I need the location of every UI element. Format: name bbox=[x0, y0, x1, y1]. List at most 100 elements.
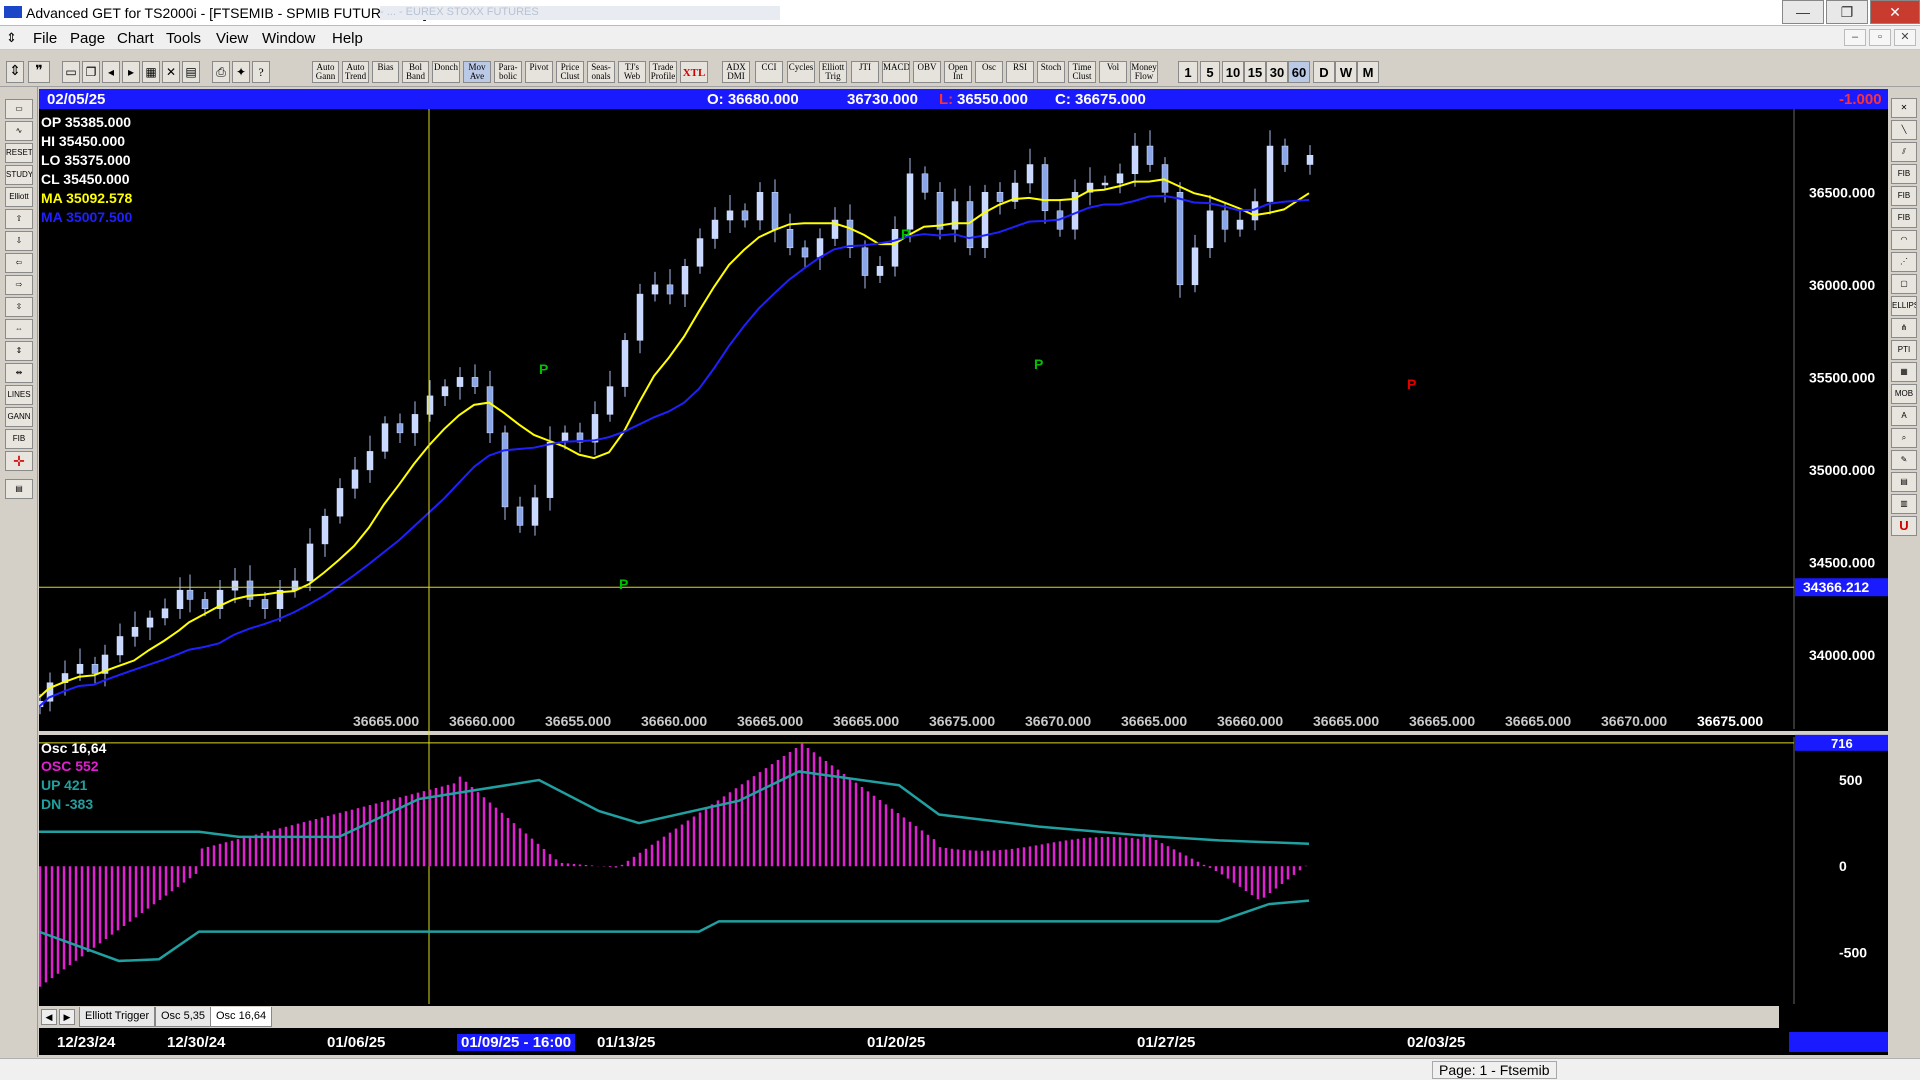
close-x-icon[interactable]: ✕ bbox=[1891, 98, 1917, 118]
indicator-button-time-clust[interactable]: Time Clust bbox=[1068, 61, 1096, 83]
period-button-30[interactable]: 30 bbox=[1266, 61, 1288, 83]
fib-icon[interactable]: FIB bbox=[5, 429, 33, 449]
indicator-button-adx-dmi[interactable]: ADX DMI bbox=[722, 61, 750, 83]
indicator-button-mov-ave[interactable]: Mov Ave bbox=[463, 61, 491, 83]
channel-tool-icon[interactable]: ⫽ bbox=[1891, 142, 1917, 162]
period-button-m[interactable]: M bbox=[1357, 61, 1379, 83]
copy-page-icon[interactable]: ❐ bbox=[82, 61, 100, 83]
indicator-button-osc[interactable]: Osc bbox=[975, 61, 1003, 83]
indicator-button-rsi[interactable]: RSI bbox=[1006, 61, 1034, 83]
menu-page[interactable]: Page bbox=[70, 30, 105, 47]
compress-icon[interactable]: ⇕ bbox=[5, 341, 33, 361]
tab-osc-16-64[interactable]: Osc 16,64 bbox=[210, 1007, 273, 1027]
fib-ret-icon[interactable]: FIB RET bbox=[1891, 164, 1917, 184]
wave-icon[interactable]: ∿ bbox=[5, 121, 33, 141]
indicator-button-xtl[interactable]: XTL bbox=[680, 61, 708, 83]
period-button-w[interactable]: W bbox=[1335, 61, 1357, 83]
grid-icon[interactable]: ▤ bbox=[182, 61, 200, 83]
crosshair-icon[interactable]: ✛ bbox=[5, 451, 33, 471]
arrow-down-icon[interactable]: ⇩ bbox=[5, 231, 33, 251]
indicator-button-obv[interactable]: OBV bbox=[913, 61, 941, 83]
menu-help[interactable]: Help bbox=[332, 30, 363, 47]
indicator-button-bias[interactable]: Bias bbox=[372, 61, 399, 83]
price-chart-svg[interactable]: 36500.000 36000.000 35500.000 35000.000 3450… bbox=[39, 89, 1888, 1055]
period-button-10[interactable]: 10 bbox=[1222, 61, 1244, 83]
period-button-d[interactable]: D bbox=[1313, 61, 1335, 83]
app-menu-icon[interactable]: ⇕ bbox=[6, 30, 17, 46]
indicator-button-cycles[interactable]: Cycles bbox=[787, 61, 815, 83]
fan-icon[interactable]: ⋰ bbox=[1891, 252, 1917, 272]
indicator-button-bol-band[interactable]: Bol Band bbox=[402, 61, 429, 83]
indicator-button-auto-trend[interactable]: Auto Trend bbox=[342, 61, 369, 83]
next-icon[interactable]: ▸ bbox=[122, 61, 140, 83]
prev-icon[interactable]: ◂ bbox=[102, 61, 120, 83]
indicator-button-tj-s-web[interactable]: TJ's Web bbox=[618, 61, 646, 83]
elliott-icon[interactable]: Elliott bbox=[5, 187, 33, 207]
arrow-left-icon[interactable]: ⇦ bbox=[5, 253, 33, 273]
close-button[interactable]: ✕ bbox=[1870, 0, 1920, 24]
indicator-button-pivot[interactable]: Pivot bbox=[525, 61, 553, 83]
settings-icon[interactable]: ▤ bbox=[5, 479, 33, 499]
period-button-5[interactable]: 5 bbox=[1200, 61, 1220, 83]
indicator-button-price-clust[interactable]: Price Clust bbox=[556, 61, 584, 83]
mob-icon[interactable]: MOB bbox=[1891, 384, 1917, 404]
tab-osc-5-35[interactable]: Osc 5,35 bbox=[155, 1007, 212, 1027]
marker-icon[interactable]: ✎ bbox=[1891, 450, 1917, 470]
line-tool-icon[interactable]: ╲ bbox=[1891, 120, 1917, 140]
pitchfork-icon[interactable]: ⋔ bbox=[1891, 318, 1917, 338]
notes-icon[interactable]: ▥ bbox=[1891, 494, 1917, 514]
indicator-button-cci[interactable]: CCI bbox=[755, 61, 783, 83]
indicator-button-open-int[interactable]: Open Int bbox=[944, 61, 972, 83]
lines-icon[interactable]: LINES bbox=[5, 385, 33, 405]
indicator-button-jti[interactable]: JTI bbox=[851, 61, 879, 83]
mdi-restore-button[interactable]: ▫ bbox=[1869, 29, 1891, 46]
reset-icon[interactable]: RESET bbox=[5, 143, 33, 163]
indicator-button-macd[interactable]: MACD bbox=[882, 61, 910, 83]
compress-horizontal-icon[interactable]: ⇹ bbox=[5, 363, 33, 383]
menu-chart[interactable]: Chart bbox=[117, 30, 154, 47]
grid-tool-icon[interactable]: ▦ bbox=[1891, 362, 1917, 382]
menu-file[interactable]: File bbox=[33, 30, 57, 47]
zoom-icon[interactable]: ⌕ bbox=[1891, 428, 1917, 448]
minimize-button[interactable]: — bbox=[1782, 0, 1824, 24]
indicator-button-money-flow[interactable]: Money Flow bbox=[1130, 61, 1158, 83]
mdi-close-button[interactable]: ✕ bbox=[1894, 29, 1916, 46]
menu-window[interactable]: Window bbox=[262, 30, 315, 47]
box-icon[interactable]: ▢ bbox=[1891, 274, 1917, 294]
arc-icon[interactable]: ◠ bbox=[1891, 230, 1917, 250]
undo-icon[interactable]: U bbox=[1891, 516, 1917, 536]
indicator-button-elliott-trig[interactable]: Elliott Trig bbox=[819, 61, 847, 83]
text-icon[interactable]: A bbox=[1891, 406, 1917, 426]
quote-icon[interactable]: ❞ bbox=[28, 61, 50, 83]
indicator-button-trade-profile[interactable]: Trade Profile bbox=[649, 61, 677, 83]
indicator-button-para-bolic[interactable]: Para- bolic bbox=[494, 61, 522, 83]
folder-icon[interactable]: ▭ bbox=[5, 99, 33, 119]
indicator-button-donch[interactable]: Donch bbox=[432, 61, 460, 83]
menu-tools[interactable]: Tools bbox=[166, 30, 201, 47]
fib-ext-icon[interactable]: FIB EXT bbox=[1891, 186, 1917, 206]
period-button-15[interactable]: 15 bbox=[1244, 61, 1266, 83]
mdi-minimize-button[interactable]: – bbox=[1844, 29, 1866, 46]
menu-view[interactable]: View bbox=[216, 30, 248, 47]
layout-icon[interactable]: ▦ bbox=[142, 61, 160, 83]
expand-vertical-icon[interactable]: ⇳ bbox=[5, 297, 33, 317]
new-page-icon[interactable]: ▭ bbox=[62, 61, 80, 83]
chart-window[interactable]: 02/05/25 O: 36680.000 36730.000 L: 36550… bbox=[39, 89, 1888, 1055]
help-icon[interactable]: ? bbox=[252, 61, 270, 83]
maximize-button[interactable]: ❐ bbox=[1826, 0, 1868, 24]
arrow-right-icon[interactable]: ⇨ bbox=[5, 275, 33, 295]
expand-horizontal-icon[interactable]: ⇔ bbox=[5, 319, 33, 339]
fib-time-icon[interactable]: FIB TIME bbox=[1891, 208, 1917, 228]
print-icon[interactable]: ⎙ bbox=[212, 61, 230, 83]
period-button-1[interactable]: 1 bbox=[1178, 61, 1198, 83]
delete-icon[interactable]: ✕ bbox=[162, 61, 180, 83]
tab-scroll-right-icon[interactable]: ▶ bbox=[59, 1009, 75, 1025]
indicator-button-vol[interactable]: Vol bbox=[1099, 61, 1127, 83]
indicator-button-auto-gann[interactable]: Auto Gann bbox=[312, 61, 339, 83]
gann-icon[interactable]: GANN bbox=[5, 407, 33, 427]
lightbulb-icon[interactable]: ✦ bbox=[232, 61, 250, 83]
period-button-60[interactable]: 60 bbox=[1288, 61, 1310, 83]
calc-icon[interactable]: ▤ bbox=[1891, 472, 1917, 492]
ellipse-icon[interactable]: ELLIPS bbox=[1891, 296, 1917, 316]
indicator-button-seas-onals[interactable]: Seas- onals bbox=[587, 61, 615, 83]
